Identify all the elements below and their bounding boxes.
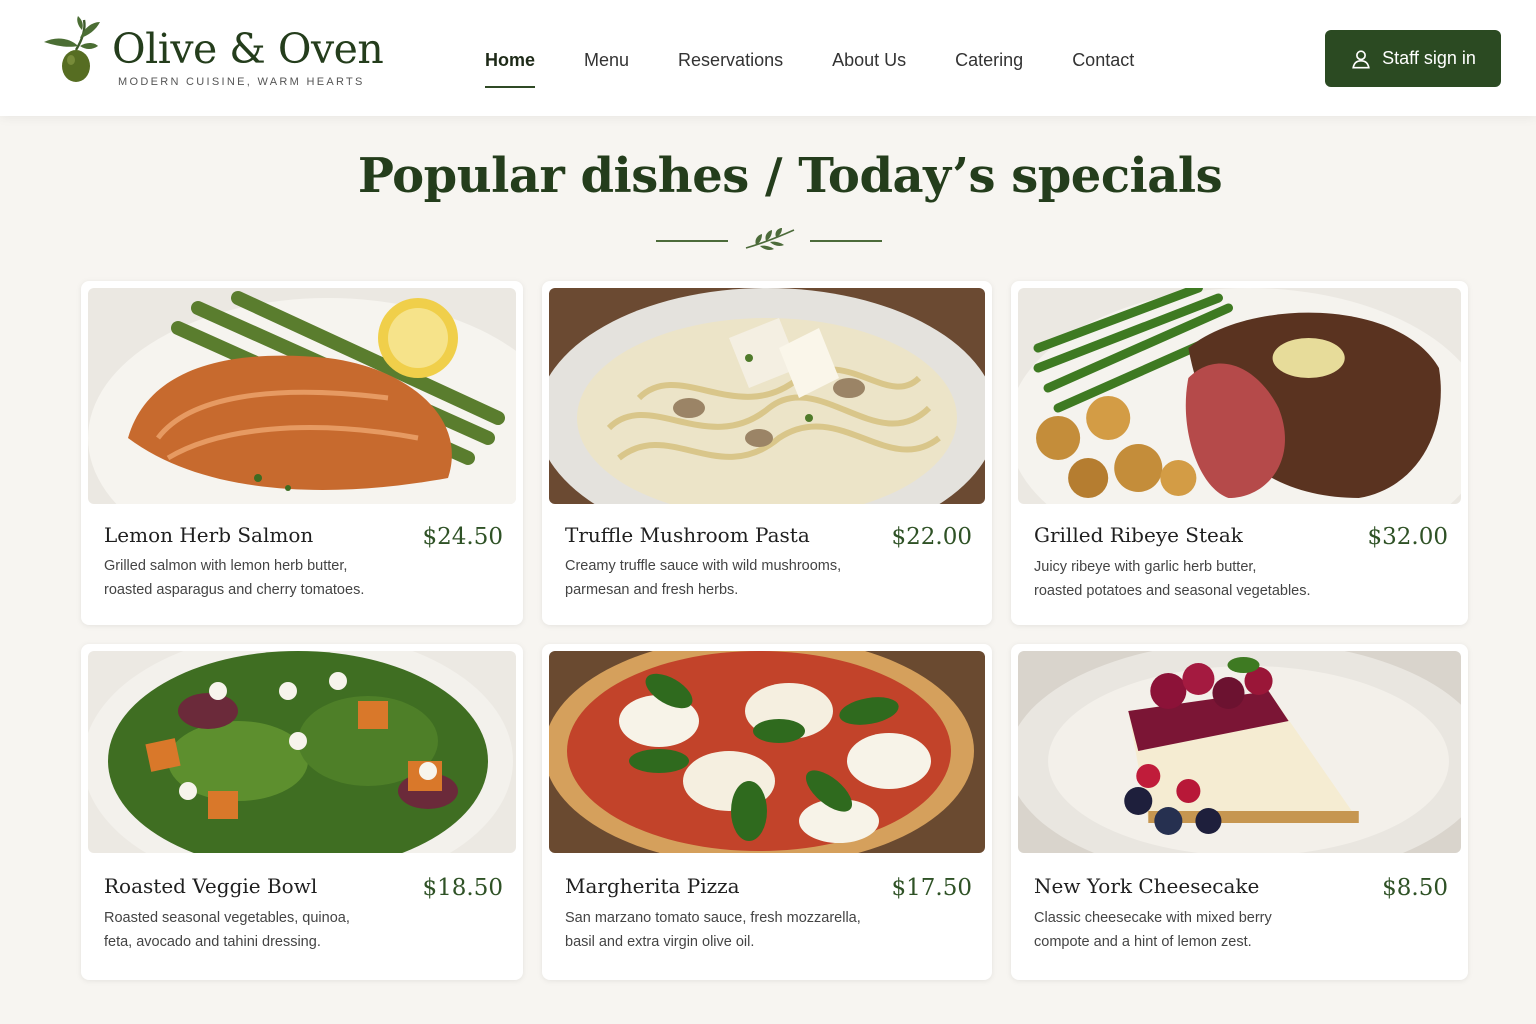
dish-description: San marzano tomato sauce, fresh mozzarel…: [565, 906, 885, 954]
nav-item-catering[interactable]: Catering: [940, 40, 1038, 80]
dish-description-line: parmesan and fresh herbs.: [565, 582, 739, 598]
dish-name: Truffle Mushroom Pasta: [565, 523, 810, 547]
dish-name: Lemon Herb Salmon: [104, 523, 314, 547]
divider-line-left: [656, 240, 728, 242]
dish-card-cheesecake[interactable]: New York Cheesecake $8.50 Classic cheese…: [1011, 644, 1468, 980]
dish-name: New York Cheesecake: [1034, 874, 1260, 898]
dish-description-line: Creamy truffle sauce with wild mushrooms…: [565, 558, 842, 574]
dish-description-line: San marzano tomato sauce, fresh mozzarel…: [565, 910, 861, 926]
brand-tagline: MODERN CUISINE, WARM HEARTS: [118, 76, 365, 88]
dish-photo: [549, 288, 985, 504]
title-divider: [656, 226, 882, 258]
ribeye-plate-image: [1018, 288, 1461, 504]
dish-description: Roasted seasonal vegetables, quinoa, fet…: [104, 906, 404, 954]
dish-description-line: feta, avocado and tahini dressing.: [104, 934, 321, 950]
olive-sprig-icon: [745, 228, 795, 250]
dish-name: Margherita Pizza: [565, 874, 740, 898]
salmon-plate-image: [88, 288, 516, 504]
dish-card-pizza[interactable]: Margherita Pizza $17.50 San marzano toma…: [542, 644, 992, 980]
dish-description: Creamy truffle sauce with wild mushrooms…: [565, 554, 885, 602]
pizza-image: [549, 651, 985, 853]
dish-price: $18.50: [422, 875, 503, 901]
dish-description-line: Juicy ribeye with garlic herb butter,: [1034, 559, 1257, 575]
nav-item-menu[interactable]: Menu: [569, 40, 644, 80]
page-title: Popular dishes / Today’s specials: [357, 148, 1223, 204]
dish-photo: [88, 288, 516, 504]
dish-name: Grilled Ribeye Steak: [1034, 523, 1243, 547]
nav-item-about-us[interactable]: About Us: [817, 40, 921, 80]
dish-description-line: basil and extra virgin olive oil.: [565, 934, 755, 950]
main-nav: Home Menu Reservations About Us Catering…: [470, 40, 1168, 90]
dish-description: Grilled salmon with lemon herb butter, r…: [104, 554, 404, 602]
dish-description-line: Roasted seasonal vegetables, quinoa,: [104, 910, 350, 926]
dish-photo: [1018, 288, 1461, 504]
dish-description-line: compote and a hint of lemon zest.: [1034, 934, 1252, 950]
dish-description-line: Grilled salmon with lemon herb butter,: [104, 558, 348, 574]
dish-name: Roasted Veggie Bowl: [104, 874, 318, 898]
dish-photo: [88, 651, 516, 853]
dish-photo: [549, 651, 985, 853]
nav-item-contact[interactable]: Contact: [1057, 40, 1149, 80]
dish-card-pasta[interactable]: Truffle Mushroom Pasta $22.00 Creamy tru…: [542, 281, 992, 625]
staff-sign-in-label: Staff sign in: [1382, 48, 1476, 68]
veggie-bowl-image: [88, 651, 516, 853]
dish-price: $8.50: [1382, 875, 1448, 901]
dish-card-ribeye[interactable]: Grilled Ribeye Steak $32.00 Juicy ribeye…: [1011, 281, 1468, 625]
dish-price: $32.00: [1367, 524, 1448, 550]
dish-description: Classic cheesecake with mixed berry comp…: [1034, 906, 1334, 954]
site-header: Olive & Oven MODERN CUISINE, WARM HEARTS…: [0, 0, 1536, 116]
dish-price: $17.50: [891, 875, 972, 901]
dish-description-line: Classic cheesecake with mixed berry: [1034, 910, 1272, 926]
nav-item-reservations[interactable]: Reservations: [663, 40, 798, 80]
dish-description-line: roasted potatoes and seasonal vegetables…: [1034, 583, 1311, 599]
dish-card-salmon[interactable]: Lemon Herb Salmon $24.50 Grilled salmon …: [81, 281, 523, 625]
dish-description: Juicy ribeye with garlic herb butter, ro…: [1034, 555, 1354, 603]
dish-description-line: roasted asparagus and cherry tomatoes.: [104, 582, 365, 598]
brand-name: Olive & Oven: [112, 25, 384, 73]
dish-price: $24.50: [422, 524, 503, 550]
dish-card-veggie-bowl[interactable]: Roasted Veggie Bowl $18.50 Roasted seaso…: [81, 644, 523, 980]
cheesecake-image: [1018, 651, 1461, 853]
brand-logo[interactable]: Olive & Oven MODERN CUISINE, WARM HEARTS: [40, 16, 384, 96]
olive-branch-icon: [44, 16, 100, 82]
dish-price: $22.00: [891, 524, 972, 550]
staff-sign-in-button[interactable]: Staff sign in: [1325, 30, 1501, 87]
nav-item-home[interactable]: Home: [470, 40, 550, 88]
user-icon: [1352, 49, 1370, 69]
divider-line-right: [810, 240, 882, 242]
dish-photo: [1018, 651, 1461, 853]
pasta-plate-image: [549, 288, 985, 504]
